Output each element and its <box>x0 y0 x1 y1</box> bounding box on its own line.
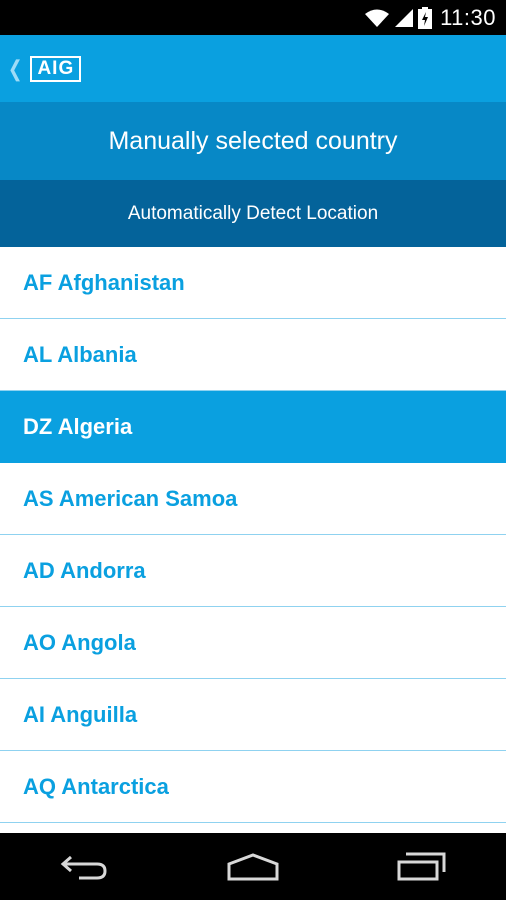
battery-charging-icon <box>418 6 433 29</box>
country-item[interactable]: AL Albania <box>0 319 506 391</box>
recents-nav-icon <box>397 852 446 880</box>
navigation-bar <box>0 833 506 900</box>
country-list: AF Afghanistan AL Albania DZ Algeria AS … <box>0 247 506 833</box>
home-nav-icon <box>227 852 279 880</box>
signal-icon <box>395 8 414 27</box>
country-item[interactable]: AO Angola <box>0 607 506 679</box>
nav-home-button[interactable] <box>208 837 298 897</box>
back-nav-icon <box>61 855 107 879</box>
country-item[interactable]: AQ Antarctica <box>0 751 506 823</box>
nav-recents-button[interactable] <box>377 837 467 897</box>
country-item[interactable]: AF Afghanistan <box>0 247 506 319</box>
status-icons: 11:30 <box>360 5 496 31</box>
back-button[interactable]: ❮ AIG <box>0 35 82 102</box>
app-bar: ❮ AIG <box>0 35 506 102</box>
wifi-icon <box>365 9 390 27</box>
aig-logo: AIG <box>30 55 82 82</box>
country-item[interactable]: AS American Samoa <box>0 463 506 535</box>
chevron-left-icon: ❮ <box>7 55 23 81</box>
status-bar: 11:30 <box>0 0 506 35</box>
page-title: Manually selected country <box>0 102 506 180</box>
country-item[interactable]: AD Andorra <box>0 535 506 607</box>
country-item-selected[interactable]: DZ Algeria <box>0 391 506 463</box>
nav-back-button[interactable] <box>39 837 129 897</box>
status-time: 11:30 <box>440 4 496 30</box>
auto-detect-location-button[interactable]: Automatically Detect Location <box>0 180 506 247</box>
country-item[interactable]: AI Anguilla <box>0 679 506 751</box>
